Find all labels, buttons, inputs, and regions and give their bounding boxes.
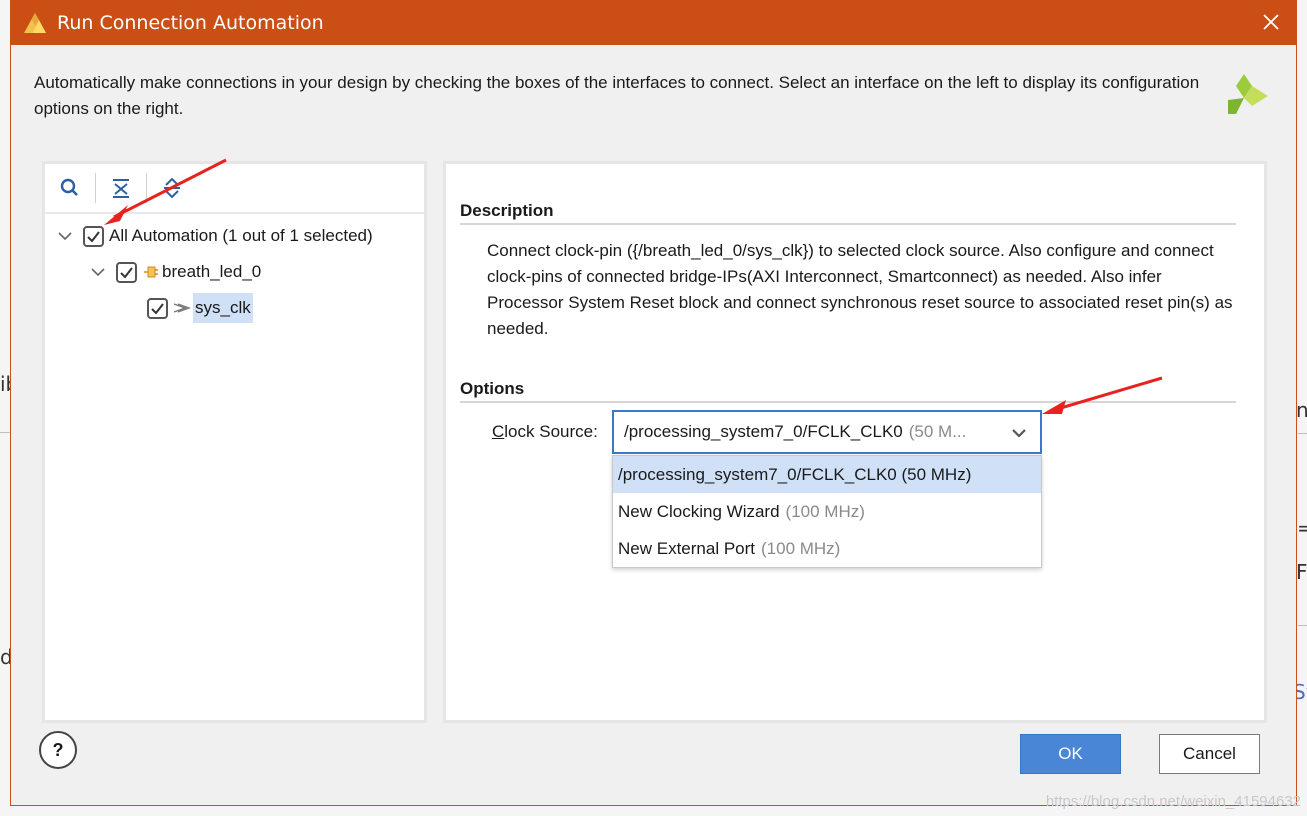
- tree-item-sys-clk[interactable]: sys_clk: [147, 293, 253, 323]
- description-text: Connect clock-pin ({/breath_led_0/sys_cl…: [487, 241, 1233, 338]
- search-button[interactable]: [55, 173, 85, 203]
- chevron-down-icon: [58, 232, 72, 241]
- option-freq: (100 MHz): [761, 538, 841, 558]
- toolbar-separator: [146, 173, 147, 203]
- run-connection-automation-dialog: Run Connection Automation Automatically …: [10, 0, 1297, 806]
- chevron-down-icon: [91, 268, 105, 277]
- background-text-fragment: =: [1297, 516, 1307, 540]
- all-automation-checkbox[interactable]: [83, 225, 104, 247]
- breath-led-checkbox[interactable]: [116, 261, 137, 283]
- expand-all-button[interactable]: [157, 173, 187, 203]
- mnemonic-letter: C: [492, 422, 505, 441]
- option-freq: (100 MHz): [785, 501, 865, 521]
- clock-source-value: /processing_system7_0/FCLK_CLK0: [624, 422, 903, 441]
- tree-item-breath-led[interactable]: breath_led_0: [90, 258, 261, 286]
- tree-item-all-automation[interactable]: All Automation (1 out of 1 selected): [57, 222, 373, 250]
- ip-block-icon: [142, 263, 160, 281]
- intro-text: Automatically make connections in your d…: [34, 73, 1200, 118]
- section-divider: [460, 223, 1236, 225]
- clock-source-label: Clock Source:: [492, 422, 598, 442]
- title-bar: Run Connection Automation: [11, 0, 1296, 45]
- clock-pin-icon: [173, 299, 191, 317]
- close-icon: [1263, 14, 1279, 30]
- clock-source-dropdown: /processing_system7_0/FCLK_CLK0 (50 MHz)…: [612, 455, 1042, 568]
- cancel-button[interactable]: Cancel: [1159, 734, 1260, 774]
- collapse-all-button[interactable]: [106, 173, 136, 203]
- window-title: Run Connection Automation: [57, 11, 324, 34]
- collapse-all-icon: [113, 179, 129, 198]
- options-heading: Options: [460, 379, 525, 398]
- search-icon: [60, 178, 78, 196]
- background-divider: [1298, 625, 1307, 626]
- checkmark-icon: [151, 302, 164, 315]
- chevron-down-icon: [1012, 429, 1026, 438]
- vivado-logo-icon: [24, 12, 46, 33]
- background-divider: [1298, 433, 1307, 434]
- expand-all-icon: [164, 177, 180, 199]
- dropdown-option[interactable]: /processing_system7_0/FCLK_CLK0 (50 MHz): [613, 456, 1041, 493]
- automation-tree-panel: All Automation (1 out of 1 selected) bre…: [42, 161, 427, 723]
- ok-button[interactable]: OK: [1020, 734, 1121, 774]
- tree-item-label: breath_led_0: [162, 262, 262, 281]
- clock-source-freq: (50 M...: [908, 422, 967, 441]
- checkmark-icon: [87, 230, 100, 243]
- description-heading: Description: [460, 201, 554, 220]
- xilinx-logo-icon: [1228, 74, 1268, 114]
- expand-toggle[interactable]: [90, 264, 106, 280]
- option-label: New Clocking Wizard: [618, 501, 780, 521]
- background-divider: [0, 432, 10, 433]
- background-text-fragment: F: [1296, 560, 1307, 584]
- tree-toolbar: [45, 164, 424, 214]
- watermark-text: https://blog.csdn.net/weixin_41594632: [1045, 793, 1301, 810]
- help-button[interactable]: ?: [39, 731, 77, 769]
- background-text-fragment: n: [1296, 398, 1307, 422]
- configuration-panel: Description Connect clock-pin ({/breath_…: [443, 161, 1267, 723]
- dropdown-option[interactable]: New External Port (100 MHz): [613, 530, 1041, 567]
- close-button[interactable]: [1258, 9, 1284, 35]
- clock-source-label-text: lock Source:: [504, 422, 598, 441]
- toolbar-separator: [95, 173, 96, 203]
- checkmark-icon: [120, 266, 133, 279]
- section-divider: [460, 401, 1236, 403]
- clock-source-select[interactable]: /processing_system7_0/FCLK_CLK0 (50 M...: [612, 410, 1042, 454]
- expand-toggle[interactable]: [57, 228, 73, 244]
- option-label: New External Port: [618, 538, 755, 558]
- tree-item-label: sys_clk: [193, 293, 253, 323]
- sys-clk-checkbox[interactable]: [147, 297, 168, 319]
- tree-item-label: All Automation (1 out of 1 selected): [109, 226, 373, 245]
- dropdown-option[interactable]: New Clocking Wizard (100 MHz): [613, 493, 1041, 530]
- option-label: /processing_system7_0/FCLK_CLK0 (50 MHz): [618, 464, 972, 484]
